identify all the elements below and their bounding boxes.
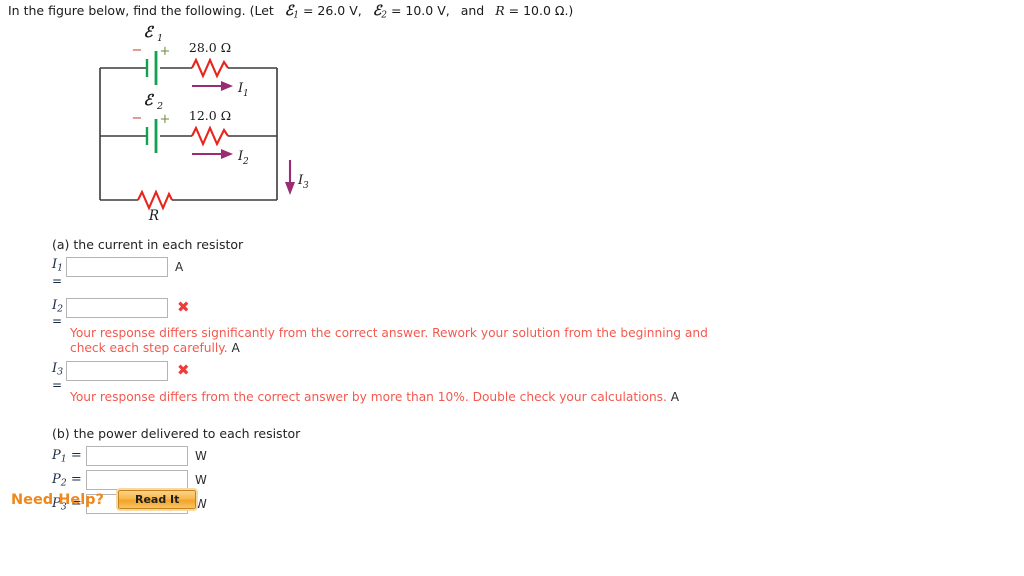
resistor-12ohm <box>191 125 229 147</box>
need-help-label: Need Help? <box>11 491 104 508</box>
unit-label-I1: A <box>175 260 184 274</box>
battery-emf1 <box>145 51 158 85</box>
emf2-figure-minus: − <box>132 111 143 126</box>
emf2-figure-plus: + <box>160 112 171 127</box>
emf1-figure-plus: + <box>160 44 171 59</box>
answer-label-I1: I1 = <box>52 257 66 287</box>
incorrect-mark-I2: ✖ <box>177 297 190 316</box>
equals-sign-I2: = <box>52 314 63 329</box>
current-I1-subscript: 1 <box>243 89 249 99</box>
answer-label-I2: I2 = <box>52 298 66 328</box>
resistance-symbol: R <box>495 3 505 18</box>
answer-input-P2[interactable] <box>86 470 188 491</box>
current-arrow-I1 <box>192 81 233 91</box>
answer-input-P1[interactable] <box>86 446 188 467</box>
emf1-figure-subscript: 1 <box>157 33 163 44</box>
unit-label-P2: W <box>195 473 207 488</box>
answer-label-P1: P1 = <box>52 448 82 465</box>
emf2-symbol: ℰ <box>372 3 382 19</box>
read-it-button[interactable]: Read It <box>115 488 199 511</box>
answer-row-I3: I3 = ✖ <box>52 361 1024 391</box>
answer-label-P2: P2 = <box>52 472 82 489</box>
equals-sign-P1: = <box>70 448 82 464</box>
emf1-symbol: ℰ <box>284 3 294 19</box>
resistor-28ohm-label: 28.0 Ω <box>189 40 231 55</box>
current-I3-subscript: 3 <box>303 181 309 191</box>
current-arrow-I3 <box>285 160 295 195</box>
need-help-section: Need Help? Read It <box>11 488 199 511</box>
equals-sign-I3: = <box>52 377 63 392</box>
part-b-heading: (b) the power delivered to each resistor <box>52 426 301 442</box>
current-I2-subscript: 2 <box>242 157 249 167</box>
answer-row-P1: P1 = W <box>52 446 1024 467</box>
answer-field-wrap-I2 <box>66 297 168 318</box>
answer-content: (a) the current in each resistor I1 = A … <box>0 236 1024 515</box>
prompt-and: and <box>460 3 485 18</box>
resistor-R <box>137 189 173 211</box>
resistor-28ohm <box>191 57 229 79</box>
answer-label-I3: I3 = <box>52 361 66 391</box>
resistor-12ohm-label: 12.0 Ω <box>189 108 231 123</box>
answer-row-I1: I1 = A <box>52 257 1024 287</box>
circuit-wires <box>99 67 278 201</box>
resistor-R-label: R <box>148 208 159 224</box>
unit-label-P3: W <box>195 497 207 512</box>
emf2-figure-label: ℰ <box>143 91 154 109</box>
equals-sign-P2: = <box>70 472 82 488</box>
part-a-heading: (a) the current in each resistor <box>52 237 244 252</box>
resistance-value: = 10.0 Ω.) <box>508 3 574 18</box>
prompt-lead: In the figure below, find the following.… <box>8 3 274 18</box>
equals-sign-I1: = <box>52 273 63 288</box>
emf1-figure-minus: − <box>132 43 143 58</box>
circuit-figure: − + ℰ 1 − + ℰ 2 28.0 Ω 12.0 Ω R I 1 I 2 … <box>0 18 340 228</box>
feedback-message-I2: Your response differs significantly from… <box>70 326 708 355</box>
battery-emf2 <box>145 119 158 153</box>
answer-input-I1[interactable] <box>66 257 168 277</box>
emf2-value: = 10.0 V, <box>390 3 450 18</box>
answer-field-wrap-I3 <box>66 361 168 382</box>
feedback-unit-I2: A <box>231 340 240 355</box>
feedback-message-I3: Your response differs from the correct a… <box>70 389 680 404</box>
emf2-subscript: 2 <box>381 10 387 21</box>
emf1-value: = 26.0 V, <box>302 3 362 18</box>
answer-field-wrap-I1 <box>66 257 168 277</box>
answer-input-I3[interactable] <box>66 361 168 382</box>
emf2-figure-subscript: 2 <box>156 101 163 112</box>
current-arrow-I2 <box>192 149 233 159</box>
answer-input-I2[interactable] <box>66 297 168 318</box>
feedback-unit-I3: A <box>670 389 680 404</box>
unit-label-P1: W <box>195 449 207 464</box>
incorrect-mark-I3: ✖ <box>177 361 190 380</box>
emf1-figure-label: ℰ <box>143 23 154 41</box>
answer-row-P2: P2 = W <box>52 470 1024 491</box>
answer-row-I2: I2 = ✖ <box>52 297 1024 328</box>
answer-row-P3: P3 = W <box>52 494 1024 515</box>
